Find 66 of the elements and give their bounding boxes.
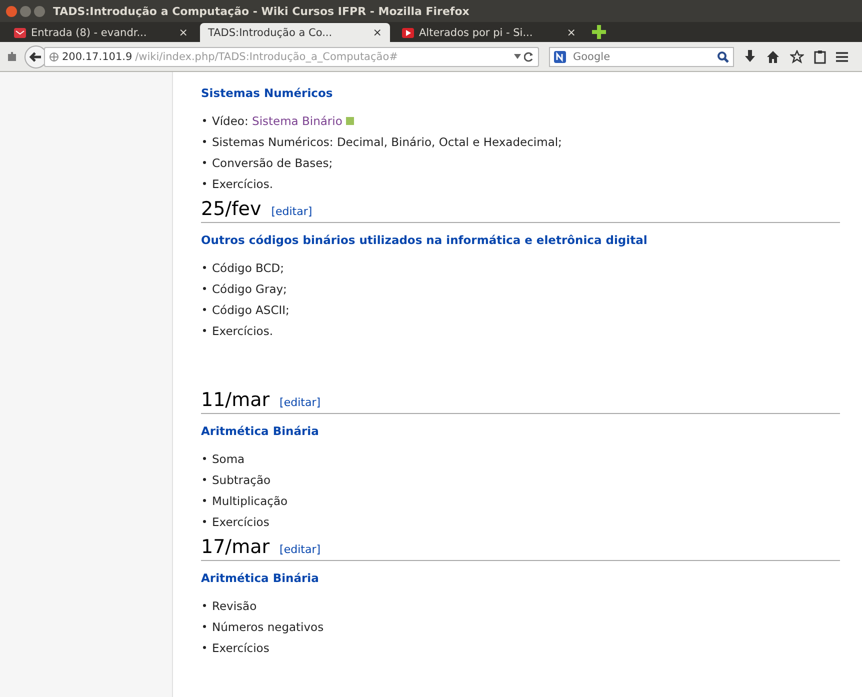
list-item: Código Gray; <box>212 282 287 296</box>
bullet-icon <box>203 625 206 628</box>
globe-icon <box>49 52 59 62</box>
dropdown-icon[interactable] <box>514 54 521 59</box>
bullet-icon <box>203 266 206 269</box>
bullet-icon <box>203 161 206 164</box>
bullet-icon <box>203 308 206 311</box>
edit-link[interactable]: [editar] <box>280 543 321 558</box>
bullet-icon <box>203 140 206 143</box>
star-icon[interactable] <box>790 50 804 64</box>
section-subheading: Aritmética Binária <box>201 423 320 440</box>
video-link[interactable]: Sistema Binário <box>252 114 342 128</box>
bullet-icon <box>203 646 206 649</box>
home-icon[interactable] <box>766 50 780 64</box>
url-field[interactable]: 200.17.101.9 /wiki/index.php/TADS:Introdução_a_Computação# <box>44 46 539 66</box>
edit-link[interactable]: [editar] <box>271 205 312 220</box>
bullet-icon <box>203 329 206 332</box>
tab-close-button[interactable]: × <box>178 26 188 39</box>
tab-close-button[interactable]: × <box>372 26 382 39</box>
browser-tab[interactable]: TADS:Introdução a Co... × <box>200 23 390 42</box>
clipboard-icon[interactable] <box>814 50 826 64</box>
minimize-icon[interactable] <box>20 6 31 16</box>
search-field[interactable]: Google <box>549 46 734 66</box>
list-item: Números negativos <box>212 620 324 634</box>
section-subheading: Sistemas Numéricos <box>201 85 334 102</box>
list-item: Exercícios. <box>212 176 273 190</box>
section-subheading: Aritmética Binária <box>201 570 320 587</box>
bullet-icon <box>203 520 206 523</box>
list-item: Conversão de Bases; <box>212 156 333 170</box>
list-item: Sistemas Numéricos: Decimal, Binário, Octal e Hexadecimal; <box>212 134 562 148</box>
date-heading: 11/mar <box>201 389 270 411</box>
list-item: Soma <box>212 452 245 466</box>
bullet-icon <box>203 457 206 460</box>
play-icon <box>402 28 414 38</box>
search-engine-icon <box>554 50 568 62</box>
maximize-icon[interactable] <box>34 6 45 16</box>
search-icon[interactable] <box>717 50 729 62</box>
bullet-icon <box>203 604 206 607</box>
list-item: Multiplicação <box>212 494 288 508</box>
bullet-icon <box>203 182 206 185</box>
browser-tab[interactable]: Alterados por pi - Si... × <box>394 23 584 42</box>
date-heading: 25/fev <box>201 198 262 220</box>
list-item: Código BCD; <box>212 260 284 274</box>
section-subheading: Outros códigos binários utilizados na informática e eletrônica digital <box>201 232 648 249</box>
list-item: Subtração <box>212 472 271 486</box>
bullet-icon <box>203 287 206 290</box>
bullet-icon <box>203 478 206 481</box>
list-item: Exercícios <box>212 514 270 528</box>
list-item: Código ASCII; <box>212 302 290 316</box>
date-heading: 17/mar <box>201 536 270 558</box>
close-icon[interactable] <box>6 6 17 16</box>
bullet-icon <box>203 119 206 122</box>
browser-tab[interactable]: Entrada (8) - evandr... × <box>6 23 196 42</box>
plus-icon[interactable] <box>592 25 606 39</box>
list-item: Exercícios. <box>212 324 273 338</box>
reload-icon[interactable] <box>524 52 534 62</box>
menu-icon[interactable] <box>836 50 848 62</box>
list-item: Exercícios <box>212 640 270 654</box>
list-item: Vídeo: Sistema Binário <box>212 114 342 128</box>
download-icon[interactable] <box>744 50 756 64</box>
tab-close-button[interactable]: × <box>566 26 576 39</box>
edit-link[interactable]: [editar] <box>280 396 321 411</box>
bullet-icon <box>203 499 206 502</box>
window-title: TADS:Introdução a Computação - Wiki Cursos IFPR - Mozilla Firefox <box>53 4 470 18</box>
mail-icon <box>14 28 26 38</box>
list-item: Revisão <box>212 598 257 612</box>
